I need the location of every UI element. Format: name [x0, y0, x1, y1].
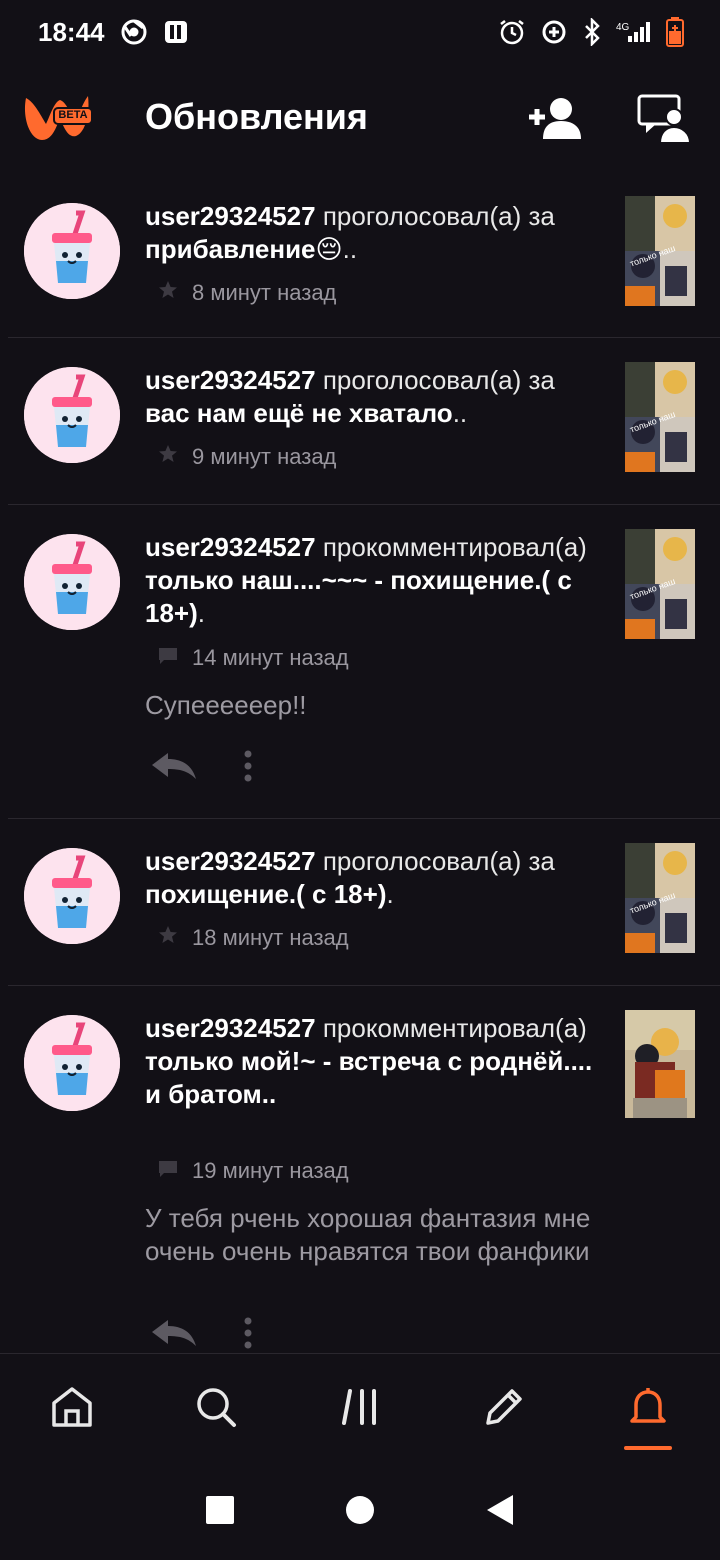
- update-text[interactable]: user29324527 прокомментировал(а) только …: [145, 1012, 595, 1111]
- bottom-navigation: [0, 1353, 720, 1465]
- story-title-link[interactable]: прибавление😔: [145, 234, 343, 264]
- home-icon: [50, 1385, 94, 1434]
- star-icon: [158, 280, 178, 306]
- wattpad-logo[interactable]: BETA: [20, 88, 93, 144]
- action-text: прокомментировал(а): [315, 1013, 587, 1043]
- avatar[interactable]: [24, 203, 120, 299]
- active-tab-indicator: [624, 1445, 672, 1450]
- add-friend-button[interactable]: [524, 90, 588, 146]
- update-text[interactable]: user29324527 прокомментировал(а) только …: [145, 531, 595, 630]
- messages-button[interactable]: [632, 90, 696, 146]
- title-suffix: .: [386, 879, 394, 909]
- app-notification-icon: [163, 19, 189, 45]
- app-header: BETA Обновления: [0, 70, 720, 170]
- list-item[interactable]: user29324527 проголосовал(а) за похищени…: [8, 819, 720, 986]
- data-saver-icon: [540, 18, 568, 46]
- comment-text: Супеееееер!!: [145, 690, 307, 720]
- status-time: 18:44: [38, 16, 105, 47]
- update-meta: 18 минут назад: [158, 925, 349, 951]
- story-cover-thumbnail[interactable]: только наш: [625, 196, 695, 306]
- comment-actions: [150, 749, 254, 788]
- list-item[interactable]: user29324527 проголосовал(а) за прибавле…: [8, 174, 720, 338]
- search-icon: [194, 1385, 238, 1434]
- reply-button[interactable]: [150, 1316, 198, 1352]
- story-cover-thumbnail[interactable]: только наш: [625, 529, 695, 639]
- timestamp: 18 минут назад: [192, 925, 349, 950]
- signal-icon: 4G: [616, 18, 652, 46]
- nav-write[interactable]: [432, 1360, 576, 1460]
- timestamp: 8 минут назад: [192, 280, 337, 305]
- updates-feed[interactable]: user29324527 проголосовал(а) за прибавле…: [0, 174, 720, 1352]
- avatar[interactable]: [24, 534, 120, 630]
- action-text: проголосовал(а) за: [315, 846, 555, 876]
- story-title-link[interactable]: только мой!~ - встреча с роднёй.... и бр…: [145, 1046, 592, 1109]
- username[interactable]: user29324527: [145, 1013, 316, 1043]
- back-button[interactable]: [485, 1493, 515, 1532]
- username[interactable]: user29324527: [145, 846, 316, 876]
- update-meta: 9 минут назад: [158, 444, 336, 470]
- update-text[interactable]: user29324527 проголосовал(а) за похищени…: [145, 845, 595, 911]
- comment-actions: [150, 1316, 254, 1352]
- username[interactable]: user29324527: [145, 201, 316, 231]
- chrome-icon: [121, 19, 147, 45]
- reply-button[interactable]: [150, 749, 198, 788]
- more-options-button[interactable]: [242, 749, 254, 788]
- star-icon: [158, 925, 178, 951]
- action-text: проголосовал(а) за: [315, 365, 555, 395]
- library-icon: [340, 1385, 380, 1434]
- story-title-link[interactable]: только наш....~~~ - похищение.( с 18+): [145, 565, 572, 628]
- story-cover-thumbnail[interactable]: [625, 1010, 695, 1118]
- system-navigation-bar: [0, 1465, 720, 1560]
- update-meta: 14 минут назад: [158, 645, 349, 671]
- recents-button[interactable]: [205, 1495, 235, 1530]
- bell-icon: [626, 1385, 670, 1434]
- timestamp: 9 минут назад: [192, 444, 337, 469]
- page-title: Обновления: [145, 96, 368, 137]
- timestamp: 19 минут назад: [192, 1158, 349, 1183]
- update-meta: 8 минут назад: [158, 280, 336, 306]
- title-suffix: ..: [452, 398, 468, 428]
- comment-icon: [158, 645, 178, 671]
- nav-notifications[interactable]: [576, 1360, 720, 1460]
- avatar[interactable]: [24, 367, 120, 463]
- comment-text: У тебя рчень хорошая фантазия мне очень …: [145, 1203, 591, 1266]
- more-options-button[interactable]: [242, 1316, 254, 1352]
- bluetooth-icon: [582, 18, 602, 46]
- nav-library[interactable]: [288, 1360, 432, 1460]
- list-item[interactable]: user29324527 проголосовал(а) за вас нам …: [8, 338, 720, 505]
- alarm-icon: [498, 18, 526, 46]
- status-bar: 18:44 4G: [0, 0, 720, 64]
- title-suffix: ..: [342, 234, 358, 264]
- list-item[interactable]: user29324527 прокомментировал(а) только …: [8, 986, 720, 1352]
- battery-icon: [666, 17, 684, 47]
- action-text: прокомментировал(а): [315, 532, 587, 562]
- network-type: 4G: [616, 22, 630, 33]
- story-title-link[interactable]: вас нам ещё не хватало: [145, 398, 453, 428]
- pencil-icon: [482, 1385, 526, 1434]
- update-meta: 19 минут назад: [158, 1158, 349, 1184]
- timestamp: 14 минут назад: [192, 645, 349, 670]
- home-system-button[interactable]: [345, 1495, 375, 1530]
- story-title-link[interactable]: похищение.( с 18+): [145, 879, 386, 909]
- title-suffix: .: [197, 598, 205, 628]
- username[interactable]: user29324527: [145, 365, 316, 395]
- beta-badge: BETA: [58, 109, 88, 121]
- nav-search[interactable]: [144, 1360, 288, 1460]
- story-cover-thumbnail[interactable]: только наш: [625, 362, 695, 472]
- star-icon: [158, 444, 178, 470]
- update-text[interactable]: user29324527 проголосовал(а) за прибавле…: [145, 200, 595, 266]
- avatar[interactable]: [24, 848, 120, 944]
- action-text: проголосовал(а) за: [315, 201, 555, 231]
- avatar[interactable]: [24, 1015, 120, 1111]
- comment-icon: [158, 1158, 178, 1184]
- nav-home[interactable]: [0, 1360, 144, 1460]
- update-text[interactable]: user29324527 проголосовал(а) за вас нам …: [145, 364, 595, 430]
- story-cover-thumbnail[interactable]: только наш: [625, 843, 695, 953]
- username[interactable]: user29324527: [145, 532, 316, 562]
- list-item[interactable]: user29324527 прокомментировал(а) только …: [8, 505, 720, 819]
